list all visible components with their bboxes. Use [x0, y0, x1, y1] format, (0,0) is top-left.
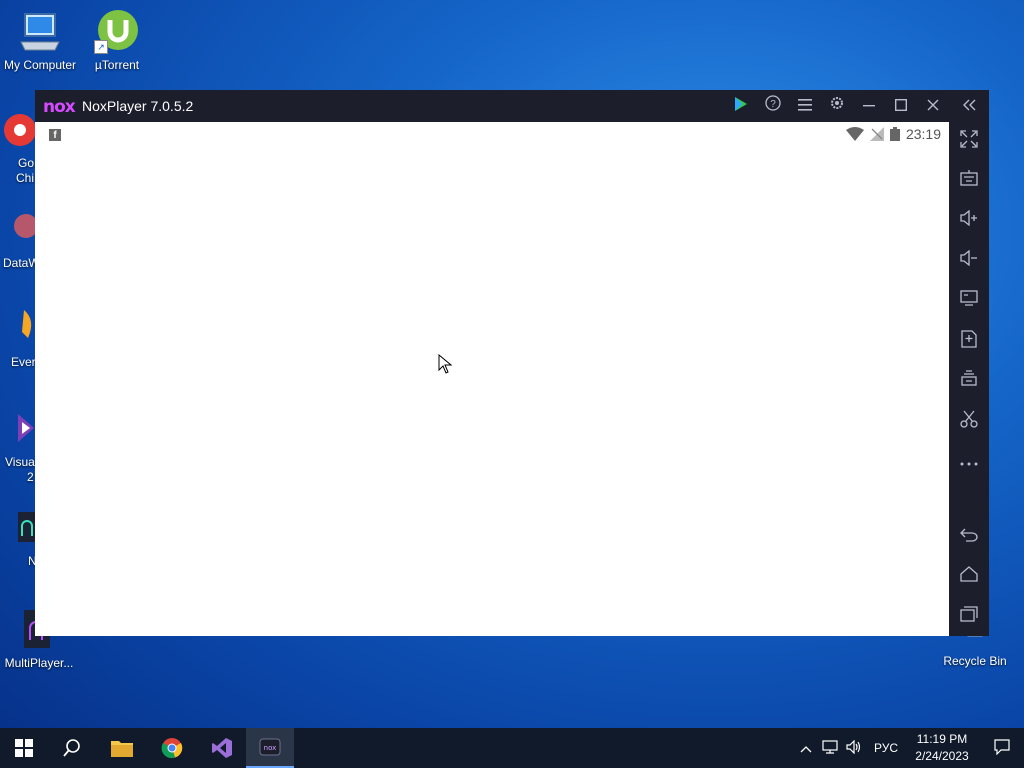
nox-titlebar[interactable]: nox NoxPlayer 7.0.5.2 ?: [35, 90, 989, 122]
android-status-bar: f 23:19: [35, 122, 949, 148]
datawrapper-icon: [14, 214, 38, 238]
play-store-icon[interactable]: [729, 94, 753, 118]
desktop-icon-utorrent[interactable]: ↗ µTorrent: [77, 8, 157, 72]
chrome-icon: [4, 114, 36, 146]
screenshot-icon[interactable]: [957, 410, 981, 434]
multi-instance-icon[interactable]: [957, 370, 981, 394]
minimize-icon[interactable]: [857, 94, 881, 118]
menu-icon[interactable]: [793, 94, 817, 118]
help-icon[interactable]: ?: [761, 94, 785, 118]
chrome-icon: [161, 738, 183, 759]
desktop-icon-label: Go: [18, 156, 35, 170]
back-icon[interactable]: [957, 526, 981, 550]
desktop-icon-label: µTorrent: [94, 58, 140, 72]
nox-app-icon: nox: [259, 738, 281, 756]
desktop-icon-label: Recycle Bin: [943, 654, 1007, 668]
desktop-icon-label: Chi: [16, 171, 35, 185]
language-indicator[interactable]: РУС: [874, 741, 898, 755]
utorrent-icon: ↗: [94, 8, 140, 54]
android-clock: 23:19: [905, 126, 941, 142]
recent-apps-icon[interactable]: [957, 606, 981, 630]
search-icon: [63, 739, 80, 757]
visual-studio-icon: [18, 414, 34, 442]
shortcut-arrow-icon: ↗: [94, 40, 108, 54]
desktop-icon-label: MultiPlayer...: [4, 656, 74, 670]
window-title: NoxPlayer 7.0.5.2: [82, 98, 194, 114]
nox-sidebar: [949, 122, 989, 636]
desktop-icon-visual-studio-partial[interactable]: Visua 2: [0, 408, 36, 484]
network-icon[interactable]: [818, 739, 842, 757]
desktop-icon-label: My Computer: [3, 58, 77, 72]
close-icon[interactable]: [921, 94, 945, 118]
evernote-icon: [22, 310, 32, 338]
keyboard-icon[interactable]: [957, 170, 981, 194]
taskbar-noxplayer[interactable]: nox: [246, 728, 294, 768]
no-signal-icon: [869, 127, 884, 141]
nox-logo: nox: [43, 97, 76, 117]
notifications-icon[interactable]: [980, 738, 1024, 758]
maximize-icon[interactable]: [889, 94, 913, 118]
taskbar-file-explorer[interactable]: [98, 728, 146, 768]
taskbar-visual-studio[interactable]: [198, 728, 246, 768]
desktop-icon-datawrapper-partial[interactable]: DataW: [0, 206, 40, 270]
start-button[interactable]: [0, 728, 48, 768]
chevron-up-icon[interactable]: [794, 741, 818, 756]
desktop-icon-label: Visua: [5, 455, 35, 469]
settings-icon[interactable]: [825, 94, 849, 118]
desktop-icon-label: 2: [27, 470, 34, 484]
add-apk-icon[interactable]: [957, 330, 981, 354]
home-icon[interactable]: [957, 566, 981, 590]
wifi-icon: [845, 127, 864, 141]
nox-app-icon: [18, 512, 36, 542]
desktop-icon-evernote-partial[interactable]: Ever: [0, 306, 36, 369]
more-icon[interactable]: [957, 450, 981, 474]
svg-text:nox: nox: [264, 744, 277, 752]
collapse-sidebar-icon[interactable]: [957, 94, 981, 118]
screen-icon[interactable]: [957, 290, 981, 314]
search-button[interactable]: [48, 728, 96, 768]
taskbar: nox РУС 11:19 PM 2/24/2023: [0, 728, 1024, 768]
volume-down-icon[interactable]: [957, 249, 981, 274]
clock-time: 11:19 PM: [916, 732, 968, 746]
speaker-icon[interactable]: [842, 739, 866, 757]
windows-logo-icon: [15, 739, 33, 757]
desktop-icon-label: Ever: [11, 355, 36, 369]
folder-icon: [111, 741, 133, 757]
facebook-notification-icon: f: [49, 129, 61, 141]
computer-icon: [17, 8, 63, 54]
battery-icon: [889, 127, 900, 141]
nox-window: nox NoxPlayer 7.0.5.2 ? f 23:19: [35, 90, 989, 636]
desktop-icon-google-chrome-partial[interactable]: Go Chi: [0, 108, 36, 185]
visual-studio-icon: [212, 738, 232, 758]
taskbar-chrome[interactable]: [148, 728, 196, 768]
fullscreen-icon[interactable]: [957, 130, 981, 154]
desktop-icon-my-computer[interactable]: My Computer: [0, 8, 80, 72]
svg-text:?: ?: [770, 99, 776, 110]
system-tray: РУС 11:19 PM 2/24/2023: [794, 728, 1024, 768]
taskbar-clock[interactable]: 11:19 PM 2/24/2023: [910, 731, 974, 765]
android-screen[interactable]: f 23:19: [35, 122, 949, 636]
volume-up-icon[interactable]: [957, 209, 981, 234]
clock-date: 2/24/2023: [915, 749, 969, 763]
desktop-icon-nox-partial[interactable]: N: [0, 508, 37, 568]
